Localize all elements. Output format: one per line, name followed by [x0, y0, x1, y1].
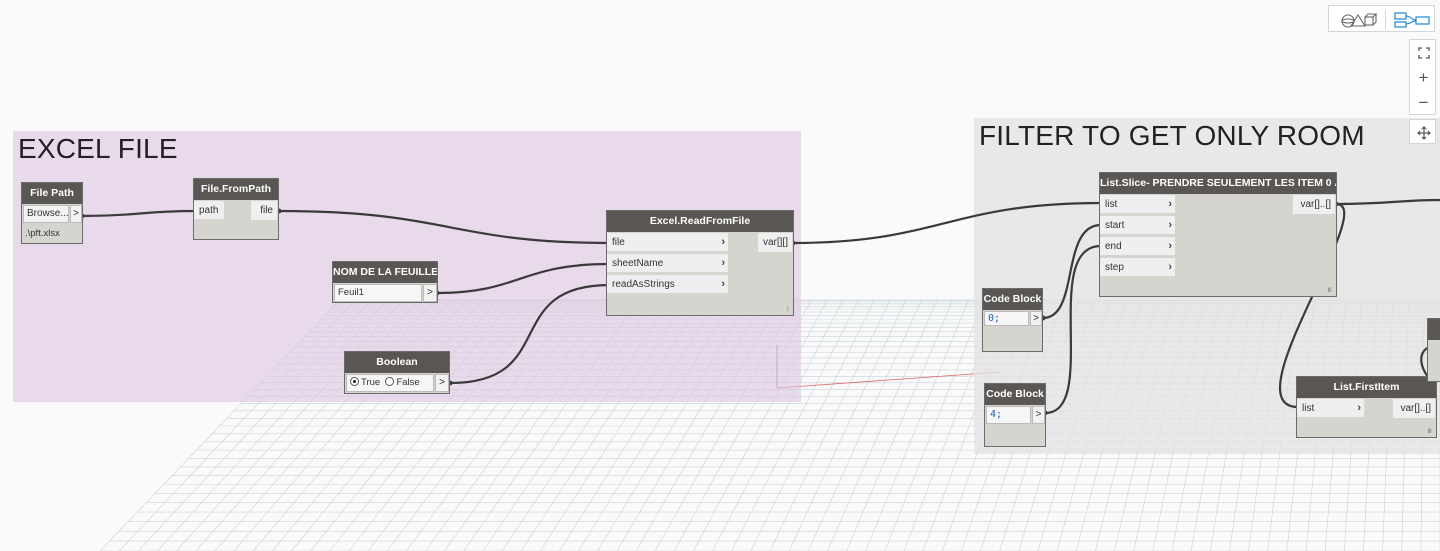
3d-shapes-icon[interactable]	[1337, 6, 1382, 33]
chevron-right-icon: ›	[1168, 219, 1172, 231]
input-port-sheetname[interactable]: sheetName ›	[607, 254, 728, 273]
output-port[interactable]: >	[435, 374, 449, 392]
port-label: file	[260, 205, 273, 216]
port-label: step	[1105, 262, 1124, 273]
resize-grip-icon[interactable]: ı	[787, 304, 789, 313]
port-label: start	[1105, 220, 1125, 231]
port-label: list	[1105, 199, 1118, 210]
zoom-in-button[interactable]: +	[1410, 65, 1437, 90]
output-port[interactable]: >	[423, 284, 437, 302]
node-title: File Path	[22, 183, 82, 204]
pan-button[interactable]	[1409, 119, 1436, 144]
radio-true-label: True	[361, 377, 381, 388]
node-title	[1428, 319, 1440, 340]
input-port-path[interactable]: path	[194, 201, 224, 220]
port-label: var[][]	[762, 237, 788, 248]
port-label: path	[199, 205, 219, 216]
output-port-var[interactable]: var[]..[]	[1393, 399, 1435, 418]
output-port[interactable]: >	[70, 205, 82, 223]
output-port-var[interactable]: var[]..[]	[1293, 195, 1335, 214]
browse-button[interactable]: Browse...	[23, 205, 69, 223]
input-port-step[interactable]: step ›	[1100, 258, 1175, 277]
minus-icon: −	[1418, 92, 1429, 112]
resize-grip-icon[interactable]: ııı	[1327, 285, 1332, 294]
node-excel-read-from-file[interactable]: Excel.ReadFromFile file › sheetName › read…	[606, 210, 794, 316]
node-title: List.Slice- PRENDRE SEULEMENT LES ITEM 0…	[1100, 173, 1336, 194]
node-graph-icon[interactable]	[1389, 6, 1434, 33]
node-code-block-end[interactable]: Code Block 4; >	[984, 383, 1046, 447]
view-toggle-toolbar	[1328, 5, 1435, 32]
node-partial-offscreen[interactable]	[1427, 318, 1440, 382]
boolean-toggle[interactable]: True False	[346, 374, 434, 392]
input-port-list[interactable]: list ›	[1100, 195, 1175, 214]
fit-view-icon[interactable]	[1410, 40, 1437, 65]
radio-false-label: False	[396, 377, 420, 388]
code-editor[interactable]: 0;	[984, 311, 1029, 326]
node-file-path[interactable]: File Path Browse... > .\pft.xlsx	[21, 182, 83, 244]
port-label: end	[1105, 241, 1122, 252]
group-title: EXCEL FILE	[18, 133, 178, 164]
output-port-var[interactable]: var[][]	[758, 233, 792, 252]
pan-icon[interactable]	[1410, 120, 1437, 145]
port-label: readAsStrings	[612, 279, 675, 290]
plus-icon: +	[1418, 67, 1429, 87]
chevron-right-icon: ›	[721, 236, 725, 248]
input-port-end[interactable]: end ›	[1100, 237, 1175, 256]
node-sheet-name[interactable]: NOM DE LA FEUILLE Feuil1 >	[332, 261, 438, 303]
group-title: FILTER TO GET ONLY ROOM	[979, 120, 1365, 151]
radio-false[interactable]	[385, 377, 395, 386]
input-port-list[interactable]: list ›	[1297, 399, 1364, 418]
node-boolean[interactable]: Boolean True False >	[344, 351, 450, 394]
node-title: Boolean	[345, 352, 449, 373]
sheet-name-input[interactable]: Feuil1	[334, 284, 422, 302]
resize-grip-icon[interactable]: ııı	[1427, 426, 1432, 435]
port-label: sheetName	[612, 258, 664, 269]
node-code-block-start[interactable]: Code Block 0; >	[982, 288, 1043, 352]
chevron-right-icon: ›	[1168, 198, 1172, 210]
zoom-toolbar: + −	[1409, 39, 1436, 115]
node-list-first-item[interactable]: List.FirstItem list › var[]..[] ııı	[1296, 376, 1437, 438]
port-label: var[]..[]	[1400, 403, 1431, 414]
chevron-right-icon: ›	[1168, 240, 1172, 252]
input-port-file[interactable]: file ›	[607, 233, 728, 252]
output-port-file[interactable]: file	[251, 201, 277, 220]
node-title: Code Block	[983, 289, 1042, 310]
port-label: var[]..[]	[1300, 199, 1331, 210]
file-path-value: .\pft.xlsx	[25, 228, 60, 239]
radio-true[interactable]	[350, 377, 359, 386]
node-list-slice[interactable]: List.Slice- PRENDRE SEULEMENT LES ITEM 0…	[1099, 172, 1337, 297]
chevron-right-icon: ›	[1357, 402, 1361, 414]
port-label: list	[1302, 403, 1315, 414]
port-label: file	[612, 237, 625, 248]
node-file-from-path[interactable]: File.FromPath path file	[193, 178, 279, 240]
chevron-right-icon: ›	[1168, 261, 1172, 273]
chevron-right-icon: ›	[721, 278, 725, 290]
output-port[interactable]: >	[1030, 311, 1042, 326]
node-title: List.FirstItem	[1297, 377, 1436, 398]
code-editor[interactable]: 4;	[986, 406, 1031, 424]
node-title: Code Block	[985, 384, 1045, 405]
zoom-out-button[interactable]: −	[1410, 90, 1437, 115]
input-port-start[interactable]: start ›	[1100, 216, 1175, 235]
output-port[interactable]: >	[1032, 406, 1045, 424]
node-title: NOM DE LA FEUILLE	[333, 262, 437, 283]
node-title: File.FromPath	[194, 179, 278, 200]
chevron-right-icon: ›	[721, 257, 725, 269]
node-title: Excel.ReadFromFile	[607, 211, 793, 232]
input-port-readasstrings[interactable]: readAsStrings ›	[607, 275, 728, 294]
